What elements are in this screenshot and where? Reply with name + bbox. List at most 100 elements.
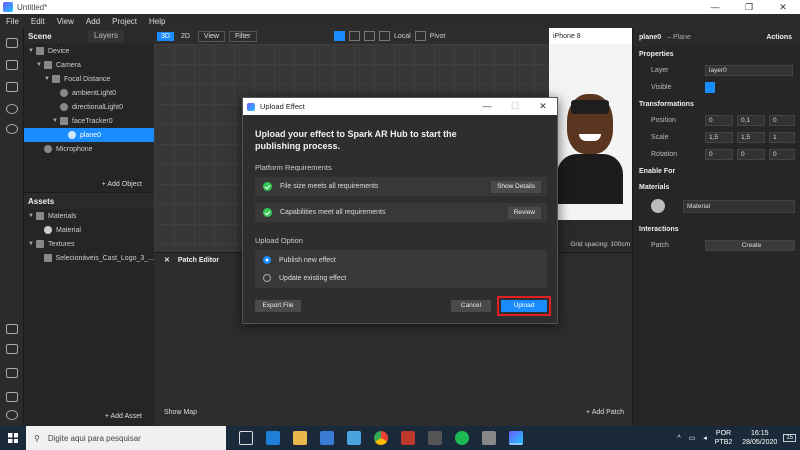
share-icon[interactable] [6,344,18,354]
scene-tab[interactable]: Scene [28,32,52,41]
rotate-tool-icon[interactable] [349,31,360,41]
chrome-icon[interactable] [374,431,388,445]
cancel-button[interactable]: Cancel [451,300,491,312]
taskbar-search[interactable]: ⚲ Digite aqui para pesquisar [26,426,226,450]
expand-arrow-icon[interactable]: ▼ [36,62,44,68]
show-details-button[interactable]: Show Details [491,180,541,193]
menu-add[interactable]: Add [80,17,106,26]
search-icon[interactable] [6,124,18,134]
asset-material[interactable]: Material [24,223,154,237]
enable-for-section[interactable]: Enable For [633,163,800,179]
spark-ar-taskbar-icon[interactable] [509,431,523,445]
menu-view[interactable]: View [51,17,80,26]
video-icon[interactable] [6,82,18,92]
scale-y-input[interactable]: 1,5 [737,132,765,143]
layers-panel-icon[interactable] [6,60,18,70]
expand-arrow-icon[interactable]: ▼ [28,241,36,247]
spotify-icon[interactable] [455,431,469,445]
3d-toggle[interactable]: 3D [157,31,174,41]
file-explorer-icon[interactable] [293,431,307,445]
move-tool-icon[interactable] [334,31,345,41]
properties-section[interactable]: Properties [633,46,800,62]
export-file-button[interactable]: Export File [255,300,301,312]
position-x-input[interactable]: 0 [705,115,733,126]
import-icon[interactable] [6,324,18,334]
2d-toggle[interactable]: 2D [177,32,194,41]
network-icon[interactable]: ▭ [689,434,696,442]
material-field[interactable]: Material [683,199,795,213]
add-patch-button[interactable]: + Add Patch [586,409,624,416]
close-window-button[interactable]: ✕ [766,2,800,13]
local-icon[interactable] [379,31,390,41]
radio-selected-icon[interactable] [263,256,271,264]
tree-item-device[interactable]: ▼ Device [24,44,154,58]
rotation-x-input[interactable]: 0 [705,149,733,160]
mail-icon[interactable] [347,431,361,445]
refresh-icon[interactable] [6,104,18,114]
visible-checkbox[interactable] [705,82,715,93]
scene-panel-icon[interactable] [6,38,18,48]
materials-section[interactable]: Materials [633,179,800,195]
layers-tab[interactable]: Layers [88,30,125,42]
review-button[interactable]: Review [507,206,541,219]
scale-tool-icon[interactable] [364,31,375,41]
chevron-up-icon[interactable]: ^ [677,435,680,442]
rotation-z-input[interactable]: 0 [769,149,795,160]
layer-dropdown[interactable]: layer0 [705,65,793,76]
expand-arrow-icon[interactable]: ▼ [28,48,36,54]
view-dropdown[interactable]: View [197,30,225,42]
dialog-close-button[interactable]: ✕ [529,101,557,112]
filter-dropdown[interactable]: Filter [228,30,257,42]
position-z-input[interactable]: 0 [769,115,795,126]
expand-arrow-icon[interactable]: ▼ [28,213,36,219]
expand-arrow-icon[interactable]: ▼ [52,118,60,124]
grid-icon[interactable] [6,368,18,378]
clock[interactable]: 16:15 28/05/2020 [742,429,777,447]
tree-item-plane0[interactable]: plane0 [24,128,154,142]
notifications-badge[interactable]: 15 [783,434,796,442]
add-object-button[interactable]: + Add Object [102,181,142,188]
scale-x-input[interactable]: 1,5 [705,132,733,143]
asset-folder-textures[interactable]: ▼ Textures [24,237,154,251]
option-publish-new[interactable]: Publish new effect [255,252,547,268]
local-toggle[interactable]: Local [394,33,411,40]
steam-icon[interactable] [482,431,496,445]
tree-item-microphone[interactable]: Microphone [24,142,154,156]
language-indicator[interactable]: POR PTB2 [715,429,733,447]
export-icon[interactable] [6,392,18,402]
scale-z-input[interactable]: 1 [769,132,795,143]
add-asset-button[interactable]: + Add Asset [105,413,142,420]
start-button[interactable] [0,426,26,450]
radio-icon[interactable] [263,274,271,282]
menu-edit[interactable]: Edit [25,17,51,26]
menu-help[interactable]: Help [143,17,171,26]
expand-arrow-icon[interactable]: ▼ [44,76,52,82]
volume-icon[interactable]: ◂ [703,434,707,442]
maximize-button[interactable]: ❐ [732,2,766,13]
pivot-toggle[interactable]: Pivot [430,33,446,40]
app-icon[interactable] [428,431,442,445]
tree-item-focal-distance[interactable]: ▼ Focal Distance [24,72,154,86]
device-dropdown[interactable]: iPhone 8 [553,33,581,40]
upload-button[interactable]: Upload [497,296,551,316]
interactions-section[interactable]: Interactions [633,221,800,237]
menu-project[interactable]: Project [106,17,143,26]
transformations-section[interactable]: Transformations [633,96,800,112]
pivot-icon[interactable] [414,31,426,41]
help-icon[interactable] [6,410,18,420]
tree-item-camera[interactable]: ▼ Camera [24,58,154,72]
store-icon[interactable] [320,431,334,445]
asset-texture[interactable]: Selecionáveis_Cast_Logo_3_... [24,251,154,265]
close-patch-editor-icon[interactable]: ✕ [164,256,170,264]
option-update-existing[interactable]: Update existing effect [255,270,547,286]
create-patch-button[interactable]: Create [705,240,795,251]
show-map-button[interactable]: Show Map [164,409,197,416]
position-y-input[interactable]: 0,1 [737,115,765,126]
tree-item-ambient-light[interactable]: ambientLight0 [24,86,154,100]
rotation-y-input[interactable]: 0 [737,149,765,160]
tree-item-face-tracker[interactable]: ▼ faceTracker0 [24,114,154,128]
tree-item-directional-light[interactable]: directionalLight0 [24,100,154,114]
menu-file[interactable]: File [0,17,25,26]
asset-folder-materials[interactable]: ▼ Materials [24,209,154,223]
actions-button[interactable]: Actions [766,34,792,41]
